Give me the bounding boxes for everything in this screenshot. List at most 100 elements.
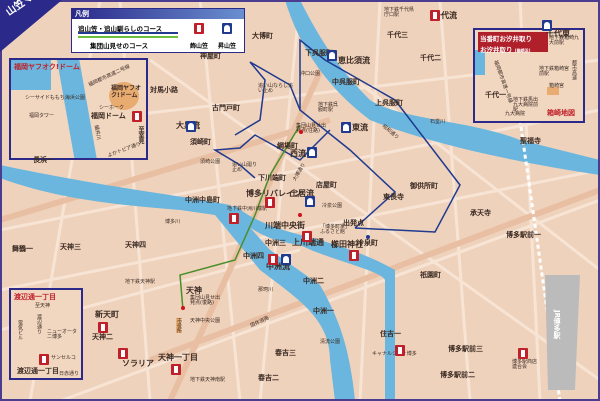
place-label: 博多駅商店連合会 xyxy=(512,359,538,370)
label: 渡辺通一丁目 xyxy=(17,367,59,375)
start-point-marker xyxy=(299,130,303,134)
inset-title: 箱崎地図 xyxy=(547,109,575,117)
label: 樋井川 xyxy=(92,124,102,141)
banner: 当番町お汐井取り お汐井取り (箱崎浜) xyxy=(478,32,548,54)
kazariyama-icon xyxy=(39,354,49,365)
place-label: 天神中央公園 xyxy=(190,318,221,324)
noboriyama-icon xyxy=(305,196,315,207)
place-label: 千代東 xyxy=(546,29,570,38)
inset-hakozaki: 当番町お汐井取り お汐井取り (箱崎浜) 地下鉄箱崎九大前駅 地下鉄箱崎宮前駅 … xyxy=(473,28,585,123)
label: 渡辺通り xyxy=(36,314,42,334)
place-label: 神屋町 xyxy=(200,52,221,60)
label: 九大病院 xyxy=(505,111,526,117)
place-label: 石堂川 xyxy=(430,119,446,125)
place-label: 下川端町 xyxy=(258,174,286,182)
label: 福岡ヤフオク!ドーム xyxy=(111,85,142,99)
label: 電気ビル xyxy=(17,320,23,340)
place-label: 御供所町 xyxy=(410,182,438,190)
noboriyama-icon xyxy=(327,50,337,61)
start-point-marker xyxy=(298,213,302,217)
kazariyama-icon xyxy=(265,197,275,208)
noboriyama-icon xyxy=(281,254,291,265)
kazariyama-icon xyxy=(194,23,204,34)
place-label: 清流公園 xyxy=(320,339,341,345)
place-label: 聖福寺 xyxy=(520,137,541,145)
place-label: 地下鉄中洲川端駅 xyxy=(227,206,268,212)
place-label: 上呉服町 xyxy=(375,99,403,107)
place-label: 地下鉄千代県庁口駅 xyxy=(384,7,415,18)
label: 地下鉄箱崎宮前駅 xyxy=(539,66,570,77)
kazariyama-icon xyxy=(518,348,528,359)
kazariyama-icon xyxy=(171,364,181,375)
kazariyama-icon xyxy=(430,10,440,21)
banner-note: (箱崎浜) xyxy=(514,48,531,53)
label: 箱崎宮 xyxy=(549,83,565,89)
place-label: 須崎公園 xyxy=(200,159,221,165)
inset-title: 福岡ヤフオク!ドーム xyxy=(14,63,80,71)
noboriyama-icon xyxy=(542,20,552,31)
place-label: 天神四 xyxy=(125,241,146,249)
noboriyama-icon xyxy=(341,122,351,133)
inset-watanabe: 渡辺通一丁目 至天神 渡辺通り 電気ビル ニューオータニ博多 サンセルコ 渡辺通… xyxy=(9,288,83,380)
inset-fukuoka-dome: 福岡ヤフオク!ドーム 福岡都市高速二号線 シーサイドももち海浜公園 福岡ヤフオク… xyxy=(9,58,148,160)
course-main-line xyxy=(78,32,178,34)
label: 福岡ドーム xyxy=(91,112,126,120)
place-label: 店屋町 xyxy=(316,181,337,189)
label: よかトピア通り xyxy=(106,141,142,159)
place-label: 天神二 xyxy=(92,333,113,341)
place-label: 沖口公園 xyxy=(300,71,321,77)
place-label: 中呉服町 xyxy=(332,78,360,86)
banner-line2-wrap: お汐井取り (箱崎浜) xyxy=(478,44,548,54)
place-label: 春吉三 xyxy=(275,349,296,357)
place-label: 承天寺 xyxy=(470,209,491,217)
label: シーホーク xyxy=(99,105,125,111)
place-label: 千代二 xyxy=(420,54,441,62)
place-label: 冷泉町 xyxy=(357,239,378,247)
label: 至室見 xyxy=(137,126,144,144)
place-label: 中洲四 xyxy=(243,252,264,260)
place-label: 千代一 xyxy=(485,91,506,99)
place-label: 博多駅前一 xyxy=(506,231,541,239)
inset-title: 渡辺通一丁目 xyxy=(14,293,56,301)
place-label: 新天町 xyxy=(95,310,119,319)
kazariyama-icon xyxy=(302,231,312,242)
label: 福岡タワー xyxy=(29,113,55,119)
label: 至天神 xyxy=(35,303,51,309)
place-label: 追い山廻り止め xyxy=(232,162,258,173)
inset-river xyxy=(55,60,99,158)
place-label: 那珂川 xyxy=(258,287,274,293)
banner-line1: 当番町お汐井取り xyxy=(480,35,532,43)
legend-noboriyama: 昇山笠 xyxy=(218,43,237,50)
legend-kazariyama: 飾山笠 xyxy=(190,43,209,50)
place-label: 冷泉公園 xyxy=(322,203,343,209)
legend-heading: 凡例 xyxy=(72,9,244,19)
place-label: 春吉二 xyxy=(258,374,279,382)
banner-line2: お汐井取り xyxy=(480,46,513,54)
place-label: ソラリア xyxy=(122,359,154,368)
legend-course-shudan: 集団山見せのコース xyxy=(90,42,149,50)
label: 日赤通り xyxy=(59,371,80,377)
kazariyama-icon xyxy=(98,322,108,333)
place-label: 千代三 xyxy=(387,31,408,39)
label: サンセルコ xyxy=(51,355,76,361)
place-label: 中洲二 xyxy=(303,277,324,285)
noboriyama-icon xyxy=(222,23,232,34)
place-label: 集団山見せ出発点(復路) xyxy=(190,295,221,306)
place-label: 「博多町家」ふるさと館 xyxy=(320,224,351,235)
place-label: 博多駅前二 xyxy=(440,371,475,379)
kazariyama-icon xyxy=(118,348,128,359)
kazariyama-icon xyxy=(395,345,405,356)
place-label: 追い山ならし追い止め xyxy=(258,83,294,94)
place-label: 中洲中島町 xyxy=(185,196,220,204)
place-label: 市役所 xyxy=(176,318,182,333)
start-point-marker xyxy=(366,235,370,239)
label: ニューオータニ博多 xyxy=(47,329,78,340)
place-label: 地下鉄天神南駅 xyxy=(190,377,226,383)
noboriyama-icon xyxy=(186,121,196,132)
place-label: 綱場町 xyxy=(277,142,298,150)
place-label: 大博町 xyxy=(252,32,273,40)
place-label: 博多川 xyxy=(165,219,181,225)
place-label: JR博多駅 xyxy=(553,310,561,339)
noboriyama-icon xyxy=(307,147,317,158)
place-label: 天神一丁目 xyxy=(158,353,198,362)
